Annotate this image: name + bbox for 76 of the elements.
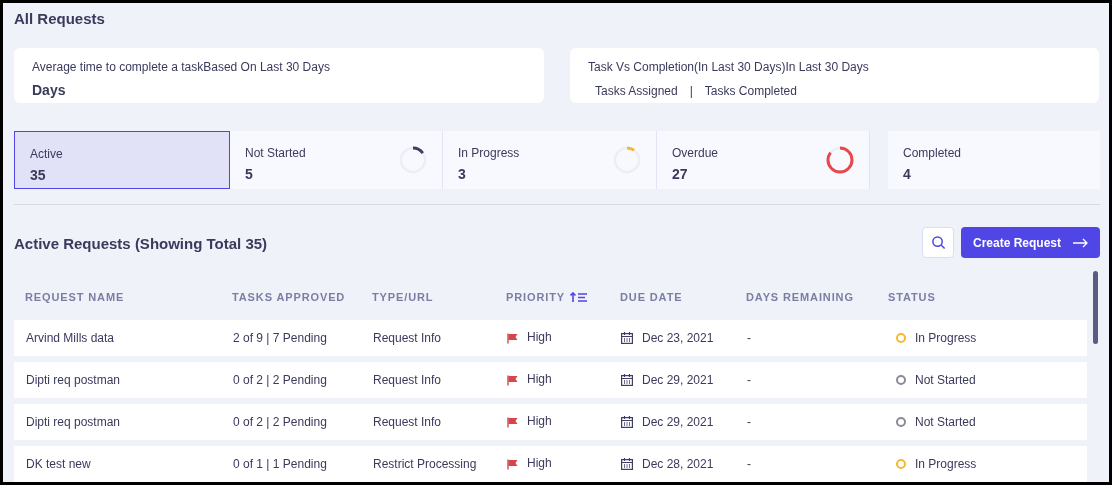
- page-title: All Requests: [14, 9, 105, 29]
- due-date: Dec 28, 2021: [642, 456, 714, 473]
- request-name: Dipti req postman: [26, 372, 121, 389]
- legend-label: Tasks Assigned: [595, 83, 678, 100]
- request-name: Arvind Mills data: [26, 330, 115, 347]
- tasks-approved: 0 of 2 | 2 Pending: [233, 372, 327, 389]
- stat-label: Overdue: [672, 145, 720, 162]
- card-title: Average time to complete a taskBased On Last 30 Days: [32, 59, 331, 76]
- status-label: Not Started: [915, 372, 976, 389]
- tasks-approved: 2 of 9 | 7 Pending: [233, 330, 327, 347]
- flag-icon: [507, 374, 518, 386]
- flag-icon: [507, 332, 518, 344]
- due-date: Dec 23, 2021: [642, 330, 714, 347]
- card-value: Days: [32, 81, 67, 100]
- calendar-icon: [621, 458, 633, 470]
- column-header: STATUS: [888, 289, 936, 305]
- stat-count: 3: [458, 165, 467, 184]
- stat-label: Active: [30, 146, 64, 163]
- legend-label: |: [689, 83, 693, 100]
- stat-label: Completed: [903, 145, 963, 162]
- table-row[interactable]: DK test new 0 of 1 | 1 Pending Restrict Processing High Dec 28, 2021 - In Progress: [14, 446, 1087, 482]
- stat-card[interactable]: Active 35: [14, 131, 230, 189]
- request-name: DK test new: [26, 456, 91, 473]
- stat-card[interactable]: In Progress 3: [443, 131, 657, 189]
- create-request-button[interactable]: Create Request: [961, 227, 1100, 258]
- column-header: TASKS APPROVED: [232, 289, 346, 305]
- column-header: DUE DATE: [620, 289, 683, 305]
- days-remaining: -: [747, 414, 751, 431]
- stat-card[interactable]: Completed 4: [888, 131, 1100, 189]
- stat-count: 5: [245, 165, 254, 184]
- legend-label: Tasks Completed: [704, 83, 797, 100]
- status-label: In Progress: [915, 456, 977, 473]
- column-header[interactable]: PRIORITY: [506, 288, 565, 306]
- priority-label: High: [527, 329, 552, 346]
- column-header: REQUEST NAME: [25, 289, 125, 305]
- status-label: Not Started: [915, 414, 976, 431]
- priority-label: High: [527, 371, 552, 388]
- stat-count: 4: [903, 165, 912, 184]
- scrollbar[interactable]: [1093, 271, 1098, 344]
- tasks-approved: 0 of 1 | 1 Pending: [233, 456, 327, 473]
- tasks-approved: 0 of 2 | 2 Pending: [233, 414, 327, 431]
- table-row[interactable]: Dipti req postman 0 of 2 | 2 Pending Request Info High Dec 29, 2021 - Not Started: [14, 404, 1087, 440]
- request-type: Request Info: [373, 330, 442, 347]
- calendar-icon: [621, 374, 633, 386]
- days-remaining: -: [747, 456, 751, 473]
- calendar-icon: [621, 332, 633, 344]
- arrow-right-icon: [1073, 237, 1088, 248]
- stat-count: 35: [30, 166, 47, 185]
- request-name: Dipti req postman: [26, 414, 121, 431]
- flag-icon: [507, 458, 518, 470]
- request-type: Request Info: [373, 372, 442, 389]
- stat-card[interactable]: Not Started 5: [230, 131, 443, 189]
- priority-label: High: [527, 413, 552, 430]
- days-remaining: -: [747, 330, 751, 347]
- stat-card[interactable]: Overdue 27: [657, 131, 870, 189]
- days-remaining: -: [747, 372, 751, 389]
- table-row[interactable]: Arvind Mills data 2 of 9 | 7 Pending Request Info High Dec 23, 2021 - In Progress: [14, 320, 1087, 356]
- request-type: Restrict Processing: [373, 456, 477, 473]
- due-date: Dec 29, 2021: [642, 414, 714, 431]
- stat-label: In Progress: [458, 145, 521, 162]
- search-button[interactable]: [922, 227, 954, 258]
- column-header: TYPE/URL: [372, 289, 434, 305]
- sort-icon[interactable]: [570, 292, 588, 302]
- table-row[interactable]: Dipti req postman 0 of 2 | 2 Pending Request Info High Dec 29, 2021 - Not Started: [14, 362, 1087, 398]
- flag-icon: [507, 416, 518, 428]
- priority-label: High: [527, 455, 552, 472]
- column-header: DAYS REMAINING: [746, 289, 854, 305]
- stat-label: Not Started: [245, 145, 307, 162]
- section-title: Active Requests (Showing Total 35): [14, 234, 268, 254]
- calendar-icon: [621, 416, 633, 428]
- status-label: In Progress: [915, 330, 977, 347]
- due-date: Dec 29, 2021: [642, 372, 714, 389]
- request-type: Request Info: [373, 414, 442, 431]
- search-icon: [930, 235, 946, 250]
- card-title: Task Vs Completion(In Last 30 Days)In Last 30 Days: [588, 59, 870, 76]
- stat-count: 27: [672, 165, 689, 184]
